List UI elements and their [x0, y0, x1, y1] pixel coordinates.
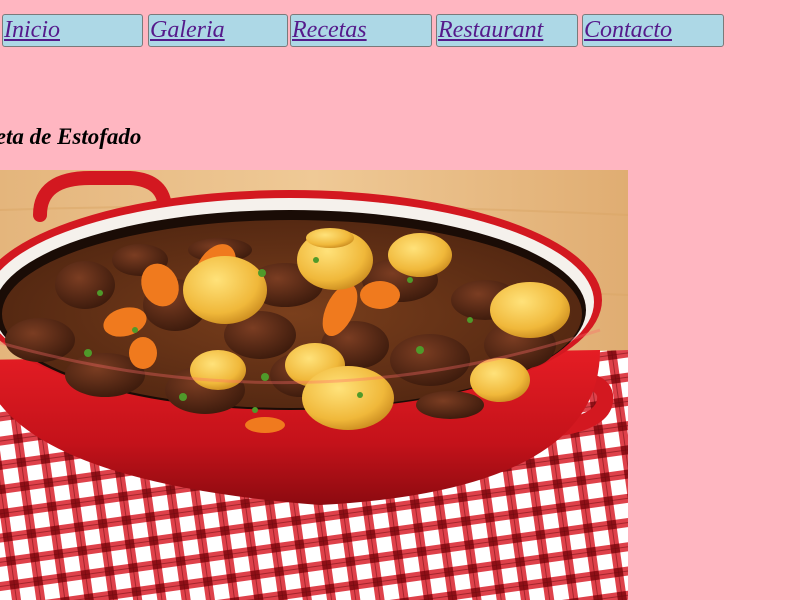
page: Inicio Galeria Recetas Restaurant Contac… [0, 0, 800, 600]
nav-link-galeria[interactable]: Galeria [148, 14, 288, 47]
page-title: Receta de Estofado [0, 124, 142, 149]
nav-link-recetas[interactable]: Recetas [290, 14, 432, 47]
nav-link-restaurant[interactable]: Restaurant [436, 14, 578, 47]
nav-link-inicio[interactable]: Inicio [2, 14, 143, 47]
stew-photo [0, 170, 628, 600]
nav-link-contacto[interactable]: Contacto [582, 14, 724, 47]
